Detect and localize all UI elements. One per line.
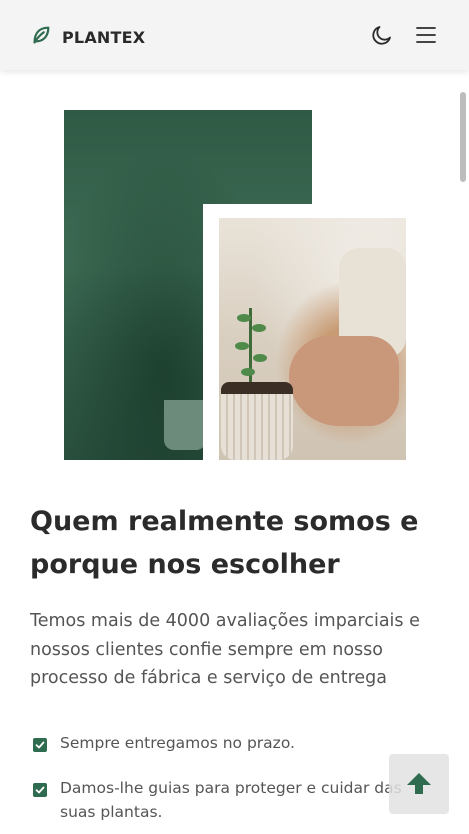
list-item: Sempre entregamos no prazo. bbox=[30, 731, 440, 755]
about-images bbox=[64, 110, 406, 460]
moon-icon bbox=[370, 26, 394, 51]
checkbox-icon bbox=[33, 783, 47, 797]
brand-name: PLANTEX bbox=[62, 27, 146, 47]
header: PLANTEX bbox=[0, 0, 469, 70]
logo[interactable]: PLANTEX bbox=[30, 24, 145, 50]
scrollbar[interactable] bbox=[460, 92, 466, 182]
checkbox-icon bbox=[33, 738, 47, 752]
section-title: Quem realmente somos e porque nos escolh… bbox=[30, 506, 419, 580]
section-description: Temos mais de 4000 avaliações imparciais… bbox=[30, 611, 420, 688]
list-item: Damos-lhe guias para proteger e cuidar d… bbox=[30, 776, 440, 824]
feature-list: Sempre entregamos no prazo. Damos-lhe gu… bbox=[30, 731, 440, 824]
scroll-up-button[interactable] bbox=[389, 754, 449, 814]
menu-button[interactable] bbox=[414, 23, 438, 47]
leaf-icon bbox=[30, 24, 52, 50]
theme-toggle-button[interactable] bbox=[370, 23, 394, 47]
menu-icon bbox=[414, 27, 438, 51]
list-item-text: Damos-lhe guias para proteger e cuidar d… bbox=[60, 779, 402, 821]
list-item-text: Sempre entregamos no prazo. bbox=[60, 734, 295, 752]
about-image-front bbox=[219, 218, 406, 460]
